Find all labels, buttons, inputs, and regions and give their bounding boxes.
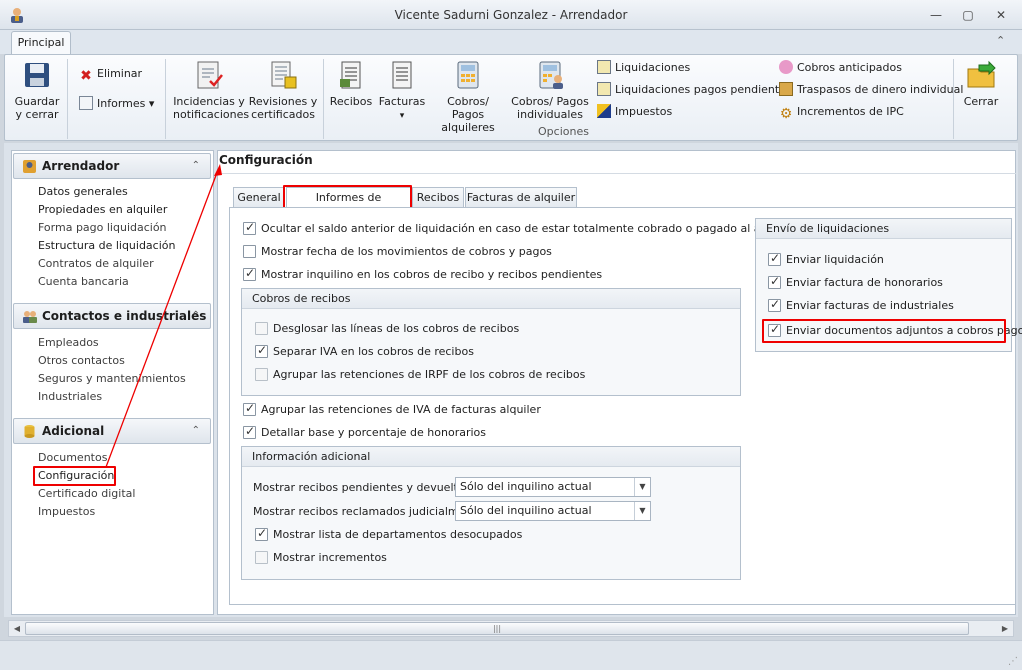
horizontal-scrollbar[interactable]: ◀ ||| ▶ [8, 620, 1014, 637]
annotation-arrow [105, 164, 222, 468]
resize-grip-icon[interactable]: ⋰ [1008, 656, 1018, 667]
scroll-thumb[interactable]: ||| [25, 622, 969, 635]
scroll-left-icon[interactable]: ◀ [10, 621, 24, 636]
status-bar: ⋰ [0, 640, 1022, 670]
scroll-right-icon[interactable]: ▶ [998, 621, 1012, 636]
